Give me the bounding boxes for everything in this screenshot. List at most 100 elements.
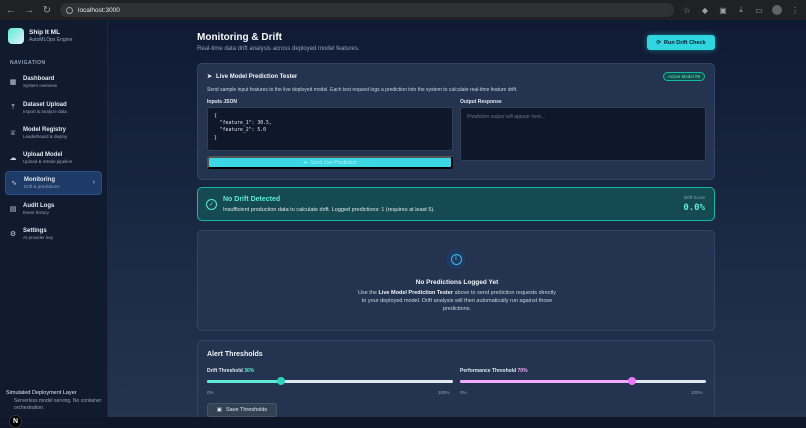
deployment-info-text: Serverless model serving. No container o… [14,398,102,411]
performance-threshold-label: Performance Threshold 70% [460,368,528,374]
empty-text-bold: Live Model Prediction Tester [378,290,453,296]
sidebar-item-audit-logs[interactable]: ▤ Audit Logs Event history [5,197,102,221]
brand-title: Ship It ML [29,29,61,36]
check-circle-icon: ✓ [206,199,217,210]
performance-threshold-handle[interactable] [628,377,637,385]
sidebar-item-model-registry[interactable]: ♕ Model Registry Leaderboard & deploy [5,121,102,145]
drift-threshold-label: Drift Threshold 30% [207,368,254,374]
sidebar-item-label: Dataset Upload [23,102,67,108]
puzzle-icon[interactable]: ▣ [718,6,728,15]
drift-status-title: No Drift Detected [223,196,281,203]
tester-title: ➤ Live Model Prediction Tester [207,73,298,81]
sidebar-item-label: Model Registry [23,127,67,133]
sidebar-item-sub: Leaderboard & deploy [23,134,68,139]
drift-score-label: Drift Score [683,195,705,200]
gear-icon: ⚙ [9,231,17,238]
brand[interactable]: Ship It ML AutoMLOps Engine [8,28,72,44]
output-response-field[interactable]: Prediction output will appear here... [460,107,706,161]
main-content: Monitoring & Drift Real-time data drift … [108,20,806,417]
prediction-tester-card: ➤ Live Model Prediction Tester Active Mo… [197,63,715,180]
cloud-upload-icon: ☁ [9,155,17,162]
drift-threshold-value: 30% [244,368,255,374]
forward-icon[interactable]: → [24,5,34,16]
bookmark-star-icon[interactable]: ☆ [682,6,692,15]
sidebar-item-sub: Event history [23,210,50,215]
drift-score-value: 0.0% [683,203,705,213]
deployment-info: Simulated Deployment Layer Serverless mo… [6,390,102,412]
drift-threshold-fill [207,380,281,383]
sidebar: Ship It ML AutoMLOps Engine NAVIGATION ▦… [0,20,108,428]
empty-state-text: Use the Live Model Prediction Tester abo… [357,290,557,314]
site-info-icon[interactable] [66,6,73,14]
deployment-info-title: Simulated Deployment Layer [6,390,77,396]
drift-max-tick: 100% [438,390,450,395]
profile-avatar[interactable] [772,5,782,15]
alert-thresholds-card: Alert Thresholds Drift Threshold 30% Per… [197,340,715,417]
drift-status-text: Insufficient production data to calculat… [223,207,435,213]
sidebar-item-sub: System overview [23,83,58,88]
save-thresholds-label: Save Thresholds [226,407,268,413]
sidebar-item-dashboard[interactable]: ▦ Dashboard System overview [5,70,102,94]
sidebar-item-dataset-upload[interactable]: ⤒ Dataset Upload Import & analyze data [5,96,102,120]
send-icon: ➤ [303,159,308,166]
predictions-empty-state: i No Predictions Logged Yet Use the Live… [197,230,715,331]
brand-subtitle: AutoMLOps Engine [29,37,73,43]
output-response-label: Output Response [460,99,502,105]
inputs-json-label: Inputs JSON [207,99,238,105]
send-live-prediction-button[interactable]: ➤ Send Live Prediction [207,156,453,169]
drift-status-card: ✓ No Drift Detected Insufficient product… [197,187,715,221]
page-subtitle: Real-time data drift analysis across dep… [197,46,360,52]
drift-min-tick: 0% [207,390,214,395]
sidebar-item-sub: Import & analyze data [23,109,67,114]
send-icon: ➤ [207,74,213,80]
sidebar-item-label: Upload Model [23,152,63,158]
sidebar-item-sub: Upload & retrain pipeline [23,159,73,164]
run-drift-check-button[interactable]: ⟳ Run Drift Check [647,35,715,50]
performance-max-tick: 100% [691,390,703,395]
drift-threshold-handle[interactable] [276,377,285,385]
thresholds-title: Alert Thresholds [207,351,263,358]
sidebar-item-upload-model[interactable]: ☁ Upload Model Upload & retrain pipeline [5,146,102,170]
sidebar-item-settings[interactable]: ⚙ Settings AI provider key [5,222,102,246]
performance-threshold-fill [460,380,633,383]
tester-description: Send sample input features to the live d… [207,87,518,93]
download-icon[interactable]: ⤓ [736,5,746,15]
drift-threshold-label-text: Drift Threshold [207,368,243,374]
upload-icon: ⤒ [11,104,15,111]
sidebar-item-label: Monitoring [24,177,55,183]
empty-state-title: No Predictions Logged Yet [415,279,499,286]
sidepanel-icon[interactable]: ▭ [754,6,764,15]
back-icon[interactable]: ← [6,5,16,16]
browser-toolbar: ← → ↻ localhost:3000 ☆ ◆ ▣ ⤓ ▭ ⋮ [0,0,806,20]
activity-icon: ∿ [11,180,17,187]
reload-icon[interactable]: ↻ [42,5,52,16]
sidebar-item-sub: AI provider key [23,235,54,240]
address-bar[interactable]: localhost:3000 [60,3,674,17]
inputs-json-field[interactable]: { "feature_1": 30.5, "feature_2": 5.0 } [207,107,453,151]
run-drift-check-label: Run Drift Check [664,39,706,46]
sidebar-item-monitoring[interactable]: ∿ Monitoring Drift & predictions › [5,171,102,195]
empty-text-part: Use the [358,290,379,296]
page-title: Monitoring & Drift [197,32,282,43]
sidebar-item-label: Settings [23,228,47,234]
performance-threshold-label-text: Performance Threshold [460,368,517,374]
dashboard-icon: ▦ [9,79,17,86]
trophy-icon: ♕ [9,130,17,137]
log-icon: ▤ [9,206,17,213]
url-text: localhost:3000 [78,6,120,14]
tester-title-text: Live Model Prediction Tester [216,73,298,80]
info-icon: i [446,249,466,269]
menu-icon[interactable]: ⋮ [790,6,800,15]
save-icon: ▣ [216,407,222,413]
refresh-icon: ⟳ [656,39,662,46]
extension-icon[interactable]: ◆ [700,6,710,15]
chevron-right-icon: › [92,179,95,186]
send-live-prediction-label: Send Live Prediction [310,159,357,166]
sidebar-item-label: Audit Logs [23,203,55,209]
performance-threshold-slider[interactable] [460,377,706,385]
sidebar-item-sub: Drift & predictions [24,184,60,189]
save-thresholds-button[interactable]: ▣ Save Thresholds [207,403,277,417]
performance-min-tick: 0% [460,390,467,395]
active-model-badge: Active Model #8 [662,72,705,81]
drift-threshold-slider[interactable] [207,377,453,385]
